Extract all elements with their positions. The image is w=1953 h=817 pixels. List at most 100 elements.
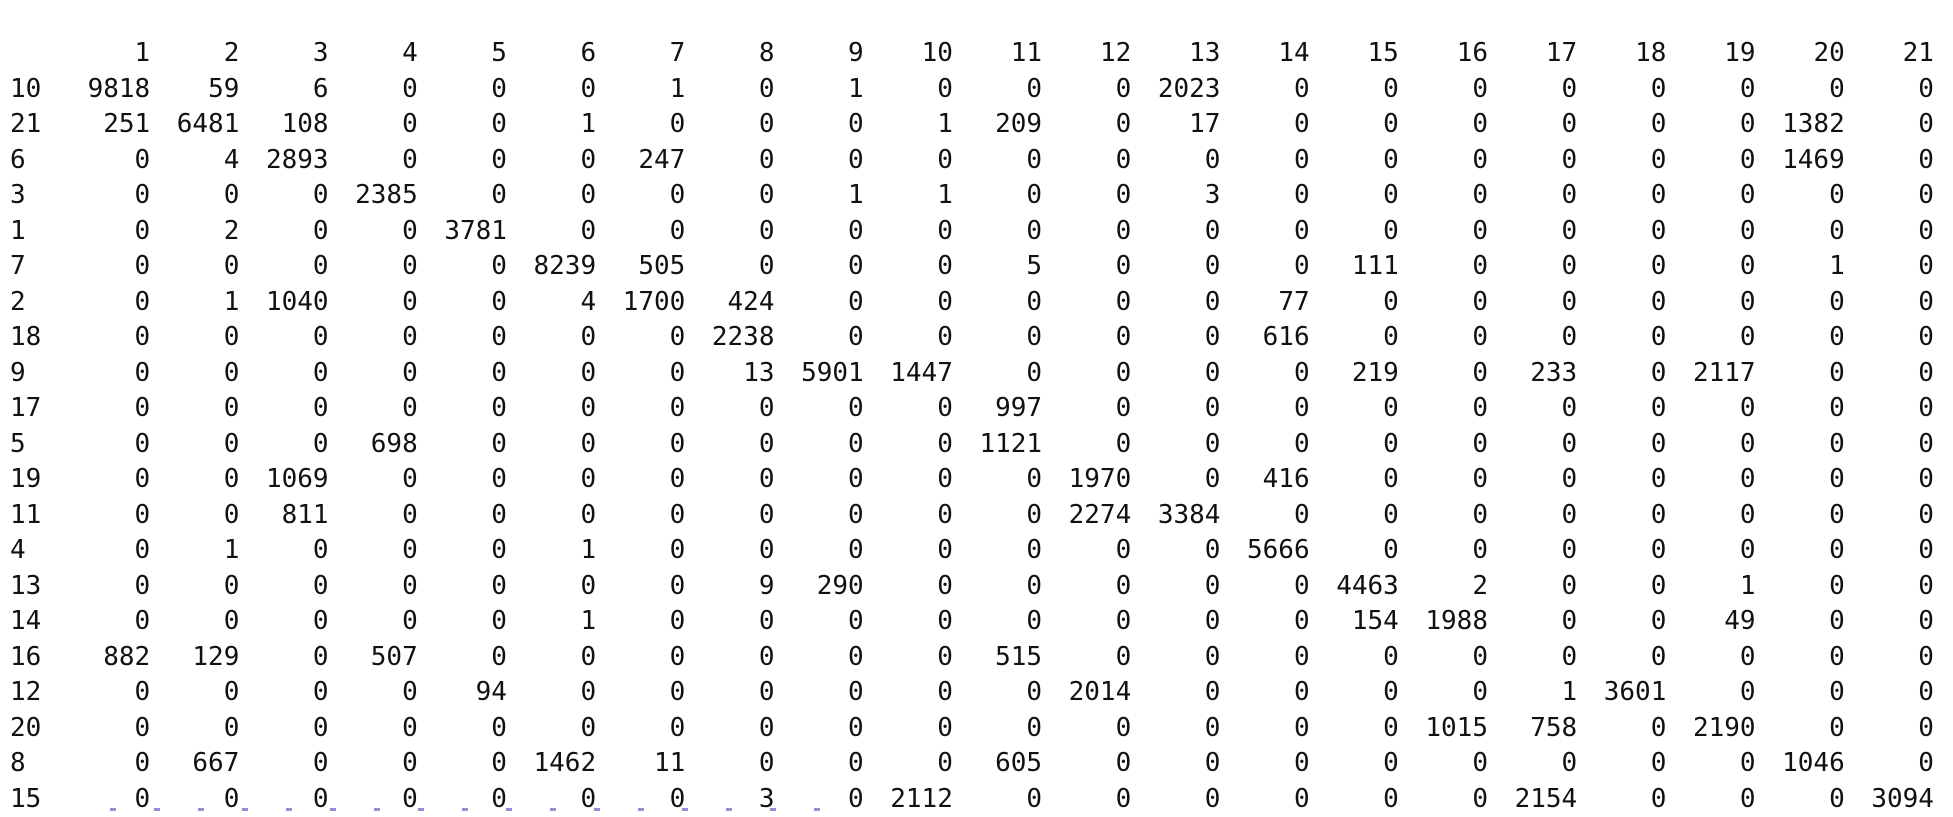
matrix-cell: 0 xyxy=(61,498,150,534)
matrix-cell: 0 xyxy=(507,711,596,747)
matrix-cell: 0 xyxy=(1756,533,1845,569)
matrix-cell: 6481 xyxy=(150,107,239,143)
matrix-cell: 0 xyxy=(596,462,685,498)
matrix-cell: 0 xyxy=(1042,178,1131,214)
matrix-cell: 1 xyxy=(1488,675,1577,711)
matrix-cell: 0 xyxy=(239,604,328,640)
matrix-cell: 0 xyxy=(1577,72,1666,108)
matrix-cell: 882 xyxy=(61,640,150,676)
matrix-cell: 0 xyxy=(864,675,953,711)
matrix-cell: 0 xyxy=(61,427,150,463)
matrix-cell: 0 xyxy=(418,746,507,782)
matrix-cell: 0 xyxy=(864,711,953,747)
matrix-cell: 0 xyxy=(150,320,239,356)
matrix-cell: 0 xyxy=(1845,356,1934,392)
matrix-cell: 2893 xyxy=(239,143,328,179)
matrix-cell: 2 xyxy=(150,214,239,250)
matrix-cell: 1 xyxy=(507,533,596,569)
matrix-cell: 0 xyxy=(775,143,864,179)
matrix-cell: 0 xyxy=(329,214,418,250)
matrix-cell: 0 xyxy=(1577,533,1666,569)
matrix-cell: 0 xyxy=(61,285,150,321)
console-output: 123456789101112131415161718192021 109818… xyxy=(0,36,1953,817)
matrix-cell: 0 xyxy=(1220,604,1309,640)
matrix-cell: 0 xyxy=(1845,427,1934,463)
matrix-cell: 0 xyxy=(150,427,239,463)
column-header: 11 xyxy=(953,36,1042,72)
column-header: 2 xyxy=(150,36,239,72)
matrix-cell: 0 xyxy=(1399,72,1488,108)
row-label: 16 xyxy=(0,640,61,676)
matrix-cell: 0 xyxy=(1577,320,1666,356)
matrix-cell: 0 xyxy=(507,320,596,356)
matrix-cell: 0 xyxy=(685,462,774,498)
matrix-cell: 0 xyxy=(61,391,150,427)
matrix-cell: 0 xyxy=(1131,249,1220,285)
matrix-cell: 0 xyxy=(1577,746,1666,782)
matrix-cell: 0 xyxy=(1220,746,1309,782)
column-header: 10 xyxy=(864,36,953,72)
matrix-cell: 0 xyxy=(1131,711,1220,747)
matrix-cell: 0 xyxy=(1488,533,1577,569)
matrix-cell: 0 xyxy=(239,356,328,392)
matrix-cell: 0 xyxy=(1131,285,1220,321)
matrix-cell: 0 xyxy=(1845,711,1934,747)
matrix-cell: 0 xyxy=(864,569,953,605)
matrix-cell: 0 xyxy=(61,746,150,782)
matrix-cell: 0 xyxy=(1220,249,1309,285)
matrix-cell: 1 xyxy=(775,178,864,214)
matrix-cell: 0 xyxy=(864,746,953,782)
matrix-cell: 0 xyxy=(1666,746,1755,782)
row-label: 4 xyxy=(0,533,61,569)
matrix-cell: 0 xyxy=(1131,320,1220,356)
matrix-cell: 0 xyxy=(775,214,864,250)
matrix-cell: 129 xyxy=(150,640,239,676)
matrix-cell: 997 xyxy=(953,391,1042,427)
matrix-cell: 0 xyxy=(61,711,150,747)
matrix-cell: 0 xyxy=(685,427,774,463)
matrix-cell: 616 xyxy=(1220,320,1309,356)
matrix-cell: 3 xyxy=(1131,178,1220,214)
matrix-cell: 0 xyxy=(953,72,1042,108)
matrix-cell: 505 xyxy=(596,249,685,285)
matrix-cell: 0 xyxy=(1577,711,1666,747)
matrix-cell: 0 xyxy=(150,711,239,747)
clipped-next-line xyxy=(0,800,1953,814)
matrix-cell: 0 xyxy=(329,462,418,498)
matrix-cell: 0 xyxy=(239,675,328,711)
matrix-cell: 0 xyxy=(1488,640,1577,676)
matrix-cell: 424 xyxy=(685,285,774,321)
column-header: 14 xyxy=(1220,36,1309,72)
matrix-cell: 0 xyxy=(685,604,774,640)
matrix-cell: 0 xyxy=(1042,427,1131,463)
matrix-cell: 0 xyxy=(1756,427,1845,463)
matrix-cell: 0 xyxy=(1042,249,1131,285)
matrix-cell: 0 xyxy=(1220,391,1309,427)
matrix-cell: 0 xyxy=(418,107,507,143)
matrix-cell: 811 xyxy=(239,498,328,534)
matrix-cell: 0 xyxy=(1042,533,1131,569)
matrix-cell: 0 xyxy=(775,462,864,498)
matrix-cell: 0 xyxy=(1488,143,1577,179)
matrix-cell: 0 xyxy=(507,391,596,427)
matrix-cell: 0 xyxy=(150,569,239,605)
column-header: 6 xyxy=(507,36,596,72)
table-row: 3000238500001100300000000 xyxy=(0,178,1934,214)
matrix-cell: 0 xyxy=(775,498,864,534)
matrix-cell: 77 xyxy=(1220,285,1309,321)
matrix-cell: 0 xyxy=(953,214,1042,250)
matrix-cell: 0 xyxy=(507,462,596,498)
matrix-cell: 0 xyxy=(1220,427,1309,463)
matrix-cell: 0 xyxy=(1577,249,1666,285)
matrix-cell: 1988 xyxy=(1399,604,1488,640)
matrix-cell: 0 xyxy=(1756,711,1845,747)
matrix-cell: 0 xyxy=(864,249,953,285)
table-row: 120000940000002014000013601000 xyxy=(0,675,1934,711)
matrix-cell: 0 xyxy=(1131,640,1220,676)
matrix-cell: 0 xyxy=(1845,498,1934,534)
row-label: 1 xyxy=(0,214,61,250)
matrix-cell: 0 xyxy=(1310,675,1399,711)
matrix-cell: 0 xyxy=(1310,533,1399,569)
matrix-cell: 1970 xyxy=(1042,462,1131,498)
matrix-cell: 0 xyxy=(329,533,418,569)
